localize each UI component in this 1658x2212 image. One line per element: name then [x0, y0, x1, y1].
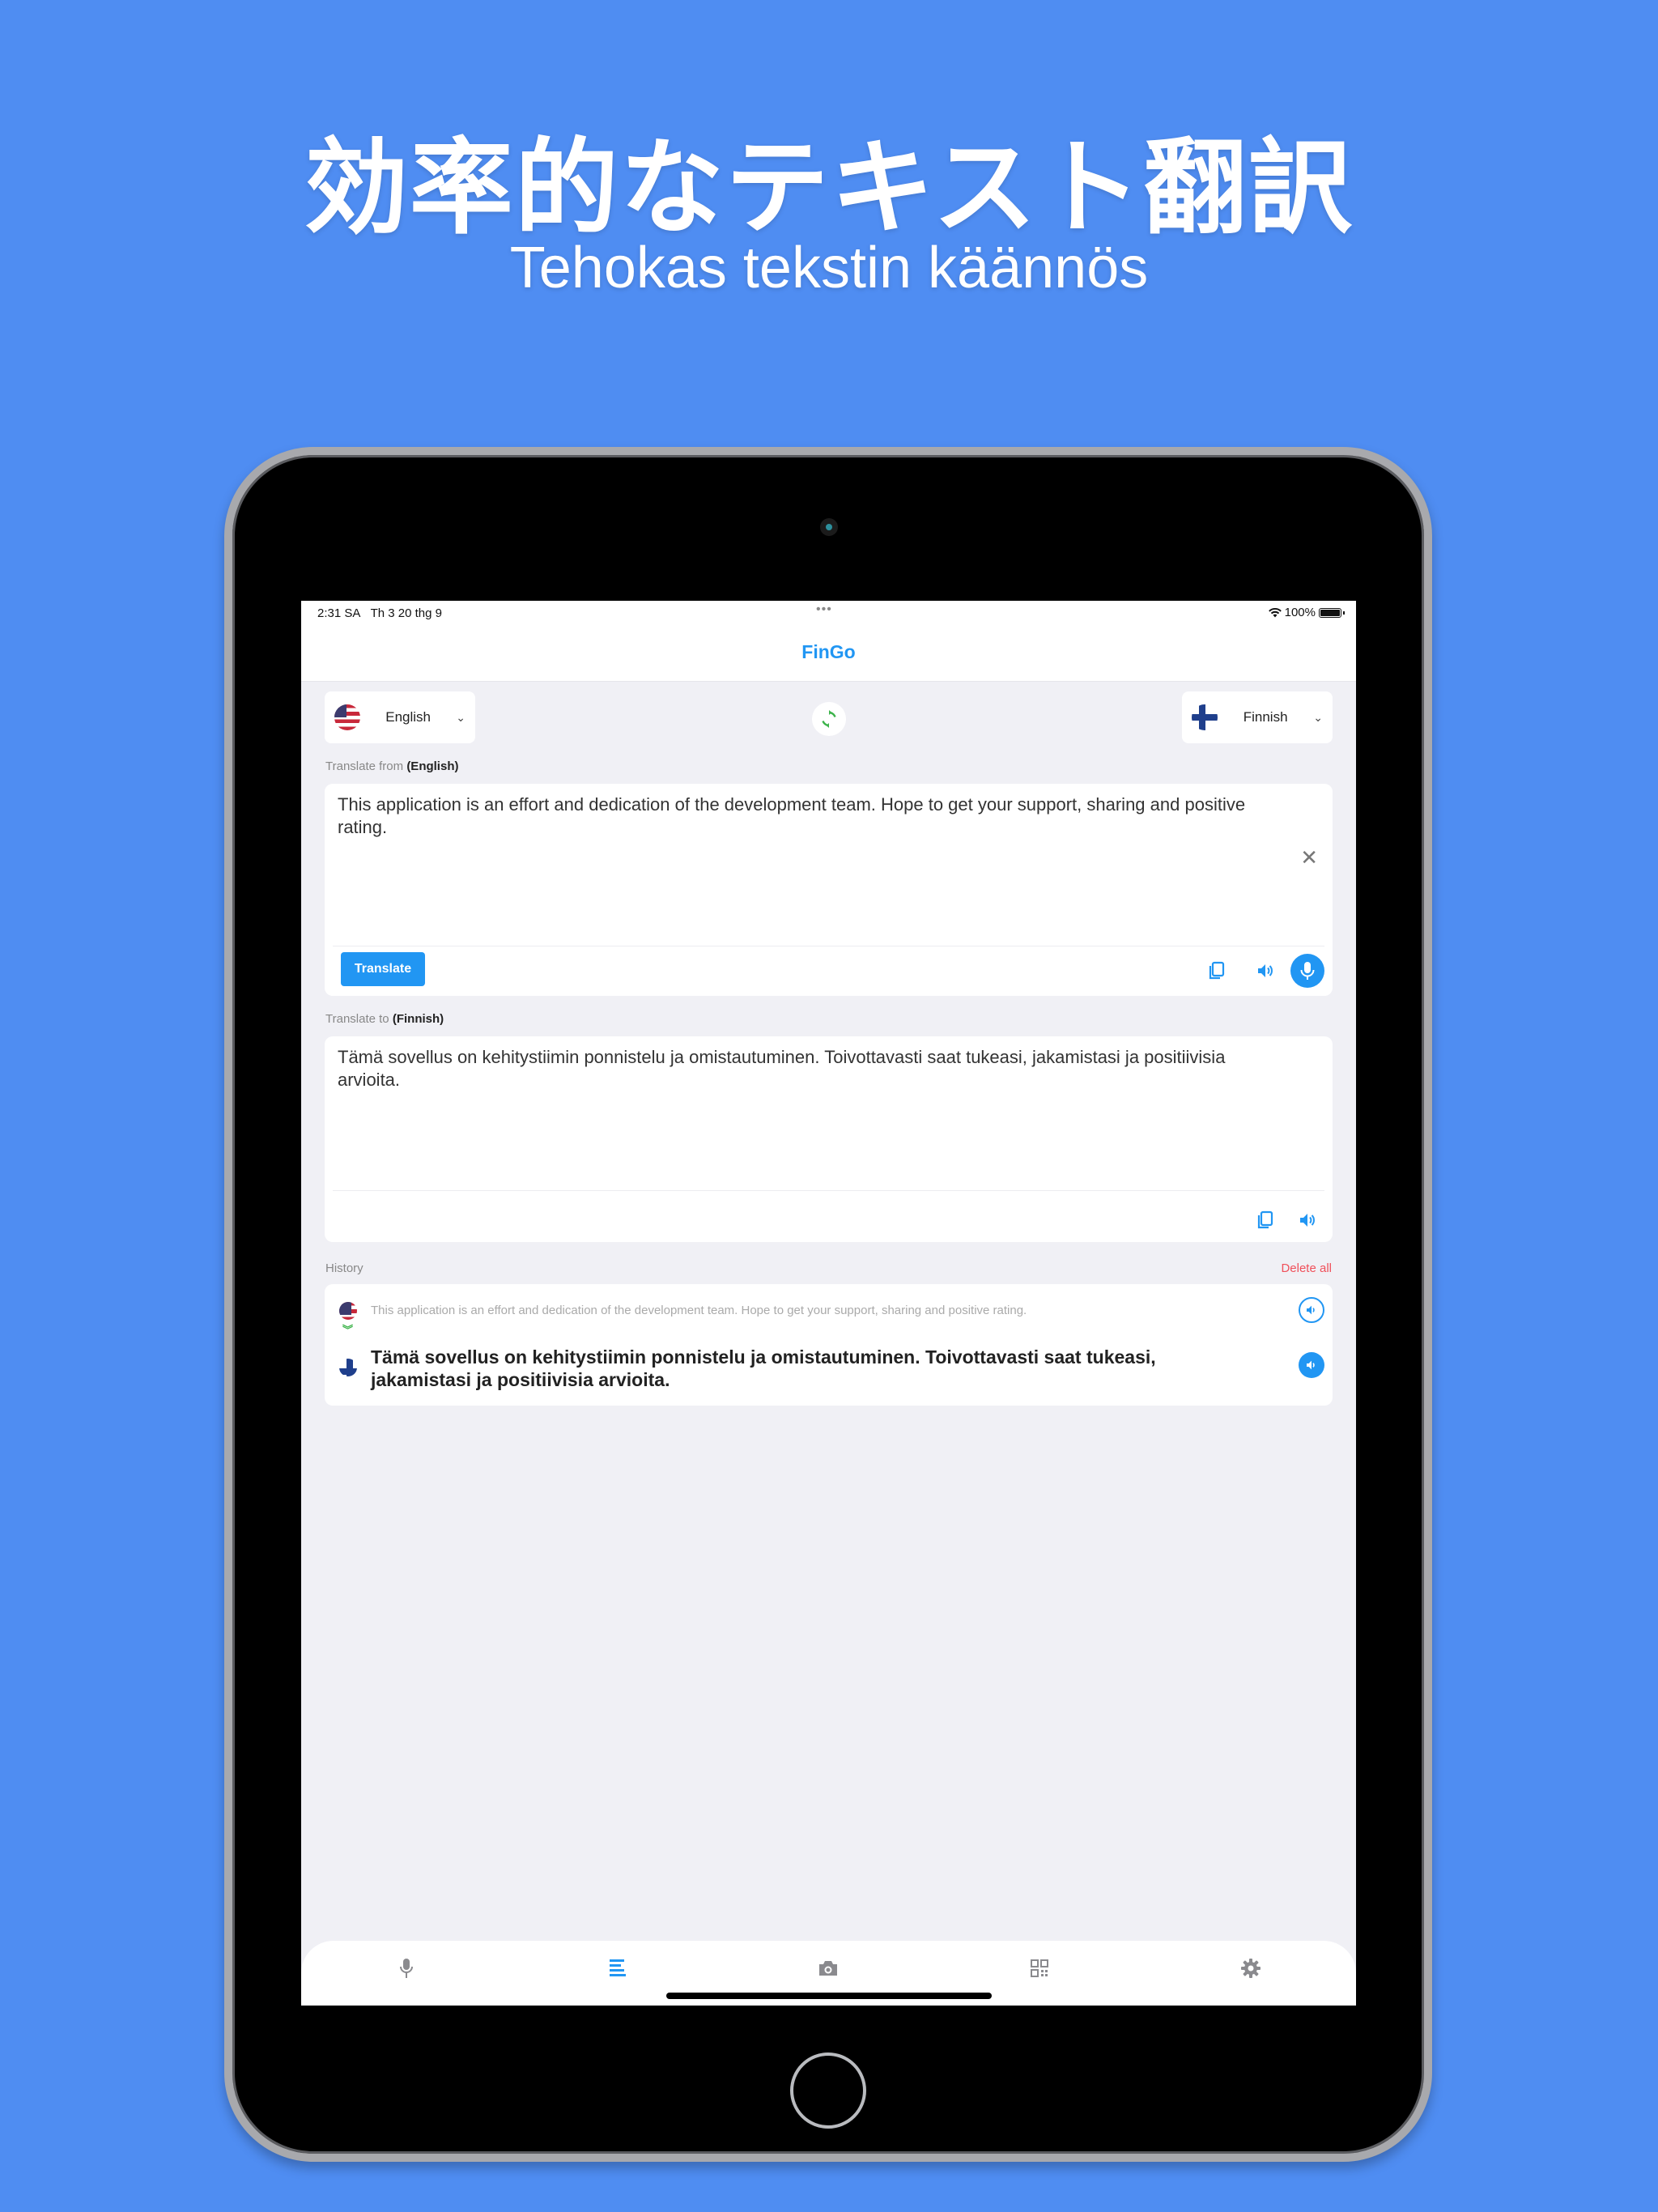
copy-translation-button[interactable]	[1250, 1205, 1281, 1236]
history-target-text: Tämä sovellus on kehitystiimin ponnistel…	[371, 1346, 1156, 1390]
tab-qr[interactable]	[1023, 1952, 1056, 1984]
status-date: Th 3 20 thg 9	[370, 606, 443, 620]
speak-button[interactable]	[1250, 955, 1281, 986]
swap-languages-button[interactable]	[812, 702, 846, 736]
text-lines-icon	[609, 1959, 626, 1976]
speaker-icon	[1258, 964, 1273, 977]
speak-translation-button[interactable]	[1292, 1205, 1323, 1236]
source-lang-tag: (English)	[406, 759, 459, 773]
double-chevron-down-icon: ︾	[342, 1324, 354, 1336]
battery-percent: 100%	[1284, 606, 1316, 619]
source-text-input[interactable]: This application is an effort and dedica…	[338, 793, 1261, 839]
delete-all-link[interactable]: Delete all	[1281, 1261, 1332, 1275]
status-time-date: 2:31 SA Th 3 20 thg 9	[317, 606, 442, 620]
finland-flag-icon	[339, 1359, 357, 1376]
history-label: History	[325, 1261, 363, 1275]
nav-bar: FinGo	[301, 623, 1356, 682]
home-indicator[interactable]	[666, 1993, 992, 1999]
gear-icon	[1240, 1959, 1261, 1978]
history-item[interactable]: This application is an effort and dedica…	[325, 1284, 1333, 1406]
speaker-icon	[1300, 1214, 1315, 1227]
camera-icon	[819, 1961, 838, 1976]
status-time: 2:31 SA	[317, 606, 361, 620]
copy-icon	[1257, 1210, 1273, 1229]
refresh-icon	[822, 710, 836, 728]
copy-icon	[1209, 961, 1225, 980]
speaker-icon	[1307, 1360, 1315, 1370]
app-screen: 2:31 SA Th 3 20 thg 9 ••• 100% FinGo Eng…	[301, 601, 1356, 2006]
translated-text: Tämä sovellus on kehitystiimin ponnistel…	[338, 1047, 1226, 1090]
source-language-name: English	[385, 709, 432, 725]
battery-icon	[1319, 607, 1345, 618]
multitask-dots[interactable]: •••	[816, 602, 832, 617]
source-language-selector[interactable]: English ⌄	[325, 691, 475, 743]
promo-title: 効率的なテキスト翻訳	[304, 128, 1354, 249]
us-flag-icon	[334, 704, 360, 730]
divider	[333, 1190, 1324, 1191]
promo-subtitle: Tehokas tekstin käännös	[509, 236, 1149, 300]
home-button[interactable]	[790, 2052, 866, 2129]
status-right: 100%	[1268, 606, 1345, 619]
translate-to-label: Translate to (Finnish)	[325, 1012, 444, 1026]
tab-voice[interactable]	[390, 1952, 423, 1984]
target-lang-tag: (Finnish)	[392, 1012, 444, 1026]
status-bar: 2:31 SA Th 3 20 thg 9 ••• 100%	[301, 601, 1356, 623]
speaker-icon	[1307, 1305, 1315, 1315]
tab-camera[interactable]	[812, 1952, 844, 1984]
app-title: FinGo	[801, 641, 856, 662]
history-speak-source-button[interactable]	[1299, 1297, 1324, 1323]
microphone-icon	[1300, 962, 1315, 980]
us-flag-icon	[339, 1302, 357, 1320]
translate-button[interactable]: Translate	[341, 952, 425, 986]
target-text-card: Tämä sovellus on kehitystiimin ponnistel…	[325, 1036, 1333, 1242]
chevron-down-icon: ⌄	[1313, 710, 1323, 724]
source-text-card: This application is an effort and dedica…	[325, 784, 1333, 996]
clear-text-icon[interactable]: ✕	[1300, 845, 1318, 870]
front-camera	[820, 518, 838, 536]
tab-text[interactable]	[602, 1952, 634, 1984]
history-speak-target-button[interactable]	[1299, 1352, 1324, 1378]
qr-code-icon	[1031, 1959, 1049, 1977]
microphone-button[interactable]	[1290, 954, 1324, 988]
history-source-text: This application is an effort and dedica…	[371, 1304, 1027, 1317]
target-language-selector[interactable]: Finnish ⌄	[1182, 691, 1333, 743]
target-language-name: Finnish	[1243, 709, 1288, 725]
wifi-icon	[1268, 607, 1282, 617]
microphone-icon	[400, 1959, 414, 1978]
chevron-down-icon: ⌄	[456, 710, 466, 724]
finland-flag-icon	[1192, 704, 1218, 730]
copy-button[interactable]	[1201, 955, 1232, 986]
translate-from-label: Translate from (English)	[325, 759, 459, 773]
tab-settings[interactable]	[1235, 1952, 1267, 1984]
